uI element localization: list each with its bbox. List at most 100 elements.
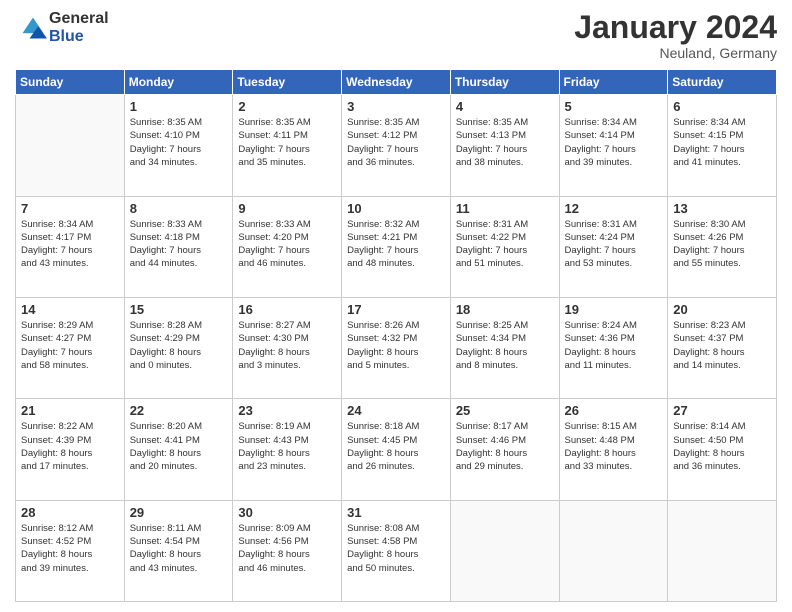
day-number: 20	[673, 302, 771, 317]
header-row: Sunday Monday Tuesday Wednesday Thursday…	[16, 70, 777, 95]
col-friday: Friday	[559, 70, 668, 95]
day-info: Sunrise: 8:23 AMSunset: 4:37 PMDaylight:…	[673, 319, 771, 372]
col-thursday: Thursday	[450, 70, 559, 95]
day-cell: 23 Sunrise: 8:19 AMSunset: 4:43 PMDayligh…	[233, 399, 342, 500]
day-cell: 20 Sunrise: 8:23 AMSunset: 4:37 PMDayligh…	[668, 297, 777, 398]
day-cell: 16 Sunrise: 8:27 AMSunset: 4:30 PMDayligh…	[233, 297, 342, 398]
day-cell: 12 Sunrise: 8:31 AMSunset: 4:24 PMDayligh…	[559, 196, 668, 297]
day-cell: 13 Sunrise: 8:30 AMSunset: 4:26 PMDayligh…	[668, 196, 777, 297]
col-sunday: Sunday	[16, 70, 125, 95]
day-cell: 9 Sunrise: 8:33 AMSunset: 4:20 PMDaylight…	[233, 196, 342, 297]
day-number: 13	[673, 201, 771, 216]
day-number: 28	[21, 505, 119, 520]
col-wednesday: Wednesday	[342, 70, 451, 95]
day-cell: 25 Sunrise: 8:17 AMSunset: 4:46 PMDayligh…	[450, 399, 559, 500]
day-number: 12	[565, 201, 663, 216]
day-info: Sunrise: 8:11 AMSunset: 4:54 PMDaylight:…	[130, 522, 228, 575]
day-info: Sunrise: 8:34 AMSunset: 4:14 PMDaylight:…	[565, 116, 663, 169]
day-cell: 4Sunrise: 8:35 AMSunset: 4:13 PMDaylight…	[450, 95, 559, 196]
col-tuesday: Tuesday	[233, 70, 342, 95]
day-cell: 1 Sunrise: 8:35 AMSunset: 4:10 PMDaylight…	[124, 95, 233, 196]
day-info: Sunrise: 8:35 AMSunset: 4:13 PMDaylight:…	[456, 116, 554, 169]
day-info: Sunrise: 8:33 AMSunset: 4:18 PMDaylight:…	[130, 218, 228, 271]
month-title: January 2024	[574, 10, 777, 45]
day-cell: 29Sunrise: 8:11 AMSunset: 4:54 PMDayligh…	[124, 500, 233, 601]
day-cell: 22 Sunrise: 8:20 AMSunset: 4:41 PMDayligh…	[124, 399, 233, 500]
day-number: 26	[565, 403, 663, 418]
day-number: 17	[347, 302, 445, 317]
day-info: Sunrise: 8:29 AMSunset: 4:27 PMDaylight:…	[21, 319, 119, 372]
day-number: 6	[673, 99, 771, 114]
day-cell	[450, 500, 559, 601]
day-cell: 31 Sunrise: 8:08 AMSunset: 4:58 PMDayligh…	[342, 500, 451, 601]
logo-general: General	[49, 10, 109, 28]
day-info: Sunrise: 8:20 AMSunset: 4:41 PMDaylight:…	[130, 420, 228, 473]
day-cell	[16, 95, 125, 196]
day-number: 8	[130, 201, 228, 216]
day-cell: 2 Sunrise: 8:35 AMSunset: 4:11 PMDaylight…	[233, 95, 342, 196]
day-number: 30	[238, 505, 336, 520]
day-cell: 28Sunrise: 8:12 AMSunset: 4:52 PMDayligh…	[16, 500, 125, 601]
week-row-1: 1 Sunrise: 8:35 AMSunset: 4:10 PMDaylight…	[16, 95, 777, 196]
day-number: 7	[21, 201, 119, 216]
day-info: Sunrise: 8:30 AMSunset: 4:26 PMDaylight:…	[673, 218, 771, 271]
week-row-3: 14 Sunrise: 8:29 AMSunset: 4:27 PMDayligh…	[16, 297, 777, 398]
day-number: 23	[238, 403, 336, 418]
day-info: Sunrise: 8:24 AMSunset: 4:36 PMDaylight:…	[565, 319, 663, 372]
day-number: 14	[21, 302, 119, 317]
day-info: Sunrise: 8:27 AMSunset: 4:30 PMDaylight:…	[238, 319, 336, 372]
day-info: Sunrise: 8:22 AMSunset: 4:39 PMDaylight:…	[21, 420, 119, 473]
day-cell: 8 Sunrise: 8:33 AMSunset: 4:18 PMDaylight…	[124, 196, 233, 297]
day-number: 22	[130, 403, 228, 418]
day-number: 31	[347, 505, 445, 520]
day-number: 27	[673, 403, 771, 418]
day-number: 5	[565, 99, 663, 114]
day-cell: 27 Sunrise: 8:14 AMSunset: 4:50 PMDayligh…	[668, 399, 777, 500]
day-info: Sunrise: 8:08 AMSunset: 4:58 PMDaylight:…	[347, 522, 445, 575]
day-info: Sunrise: 8:35 AMSunset: 4:12 PMDaylight:…	[347, 116, 445, 169]
day-cell: 15Sunrise: 8:28 AMSunset: 4:29 PMDayligh…	[124, 297, 233, 398]
calendar-table: Sunday Monday Tuesday Wednesday Thursday…	[15, 69, 777, 602]
day-cell: 3 Sunrise: 8:35 AMSunset: 4:12 PMDaylight…	[342, 95, 451, 196]
day-info: Sunrise: 8:32 AMSunset: 4:21 PMDaylight:…	[347, 218, 445, 271]
day-info: Sunrise: 8:35 AMSunset: 4:11 PMDaylight:…	[238, 116, 336, 169]
day-info: Sunrise: 8:19 AMSunset: 4:43 PMDaylight:…	[238, 420, 336, 473]
day-number: 11	[456, 201, 554, 216]
day-number: 25	[456, 403, 554, 418]
day-cell: 26 Sunrise: 8:15 AMSunset: 4:48 PMDayligh…	[559, 399, 668, 500]
day-cell: 11 Sunrise: 8:31 AMSunset: 4:22 PMDayligh…	[450, 196, 559, 297]
day-info: Sunrise: 8:25 AMSunset: 4:34 PMDaylight:…	[456, 319, 554, 372]
day-info: Sunrise: 8:31 AMSunset: 4:24 PMDaylight:…	[565, 218, 663, 271]
day-cell: 30Sunrise: 8:09 AMSunset: 4:56 PMDayligh…	[233, 500, 342, 601]
day-cell: 7Sunrise: 8:34 AMSunset: 4:17 PMDaylight…	[16, 196, 125, 297]
day-info: Sunrise: 8:35 AMSunset: 4:10 PMDaylight:…	[130, 116, 228, 169]
day-cell	[668, 500, 777, 601]
logo-icon	[19, 14, 47, 42]
day-number: 2	[238, 99, 336, 114]
day-cell: 24Sunrise: 8:18 AMSunset: 4:45 PMDayligh…	[342, 399, 451, 500]
day-info: Sunrise: 8:33 AMSunset: 4:20 PMDaylight:…	[238, 218, 336, 271]
page: General Blue January 2024 Neuland, Germa…	[0, 0, 792, 612]
week-row-4: 21Sunrise: 8:22 AMSunset: 4:39 PMDayligh…	[16, 399, 777, 500]
day-cell	[559, 500, 668, 601]
day-number: 9	[238, 201, 336, 216]
week-row-2: 7Sunrise: 8:34 AMSunset: 4:17 PMDaylight…	[16, 196, 777, 297]
day-cell: 14 Sunrise: 8:29 AMSunset: 4:27 PMDayligh…	[16, 297, 125, 398]
day-info: Sunrise: 8:17 AMSunset: 4:46 PMDaylight:…	[456, 420, 554, 473]
day-cell: 17Sunrise: 8:26 AMSunset: 4:32 PMDayligh…	[342, 297, 451, 398]
col-saturday: Saturday	[668, 70, 777, 95]
day-info: Sunrise: 8:18 AMSunset: 4:45 PMDaylight:…	[347, 420, 445, 473]
logo: General Blue	[15, 10, 109, 45]
day-cell: 5 Sunrise: 8:34 AMSunset: 4:14 PMDaylight…	[559, 95, 668, 196]
day-cell: 18Sunrise: 8:25 AMSunset: 4:34 PMDayligh…	[450, 297, 559, 398]
day-cell: 19Sunrise: 8:24 AMSunset: 4:36 PMDayligh…	[559, 297, 668, 398]
day-number: 1	[130, 99, 228, 114]
day-info: Sunrise: 8:34 AMSunset: 4:15 PMDaylight:…	[673, 116, 771, 169]
day-info: Sunrise: 8:28 AMSunset: 4:29 PMDaylight:…	[130, 319, 228, 372]
day-number: 16	[238, 302, 336, 317]
day-info: Sunrise: 8:14 AMSunset: 4:50 PMDaylight:…	[673, 420, 771, 473]
day-number: 3	[347, 99, 445, 114]
day-info: Sunrise: 8:15 AMSunset: 4:48 PMDaylight:…	[565, 420, 663, 473]
day-cell: 21Sunrise: 8:22 AMSunset: 4:39 PMDayligh…	[16, 399, 125, 500]
day-info: Sunrise: 8:31 AMSunset: 4:22 PMDaylight:…	[456, 218, 554, 271]
